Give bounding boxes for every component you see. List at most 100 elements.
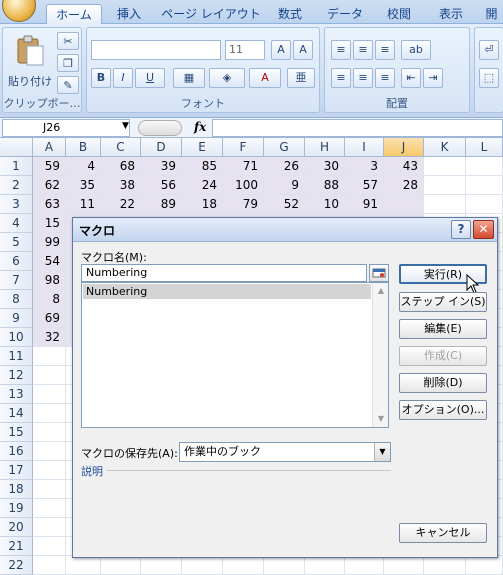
column-header-h[interactable]: H — [305, 138, 345, 157]
list-item[interactable]: Numbering — [83, 284, 371, 299]
cell-a17[interactable] — [33, 461, 66, 480]
cell-k2[interactable] — [424, 176, 466, 195]
column-header-c[interactable]: C — [101, 138, 141, 157]
cell-a15[interactable] — [33, 423, 66, 442]
wrap-text-button[interactable]: ⏎ — [479, 40, 499, 60]
paste-button[interactable]: 貼り付け — [7, 32, 53, 92]
column-header-f[interactable]: F — [223, 138, 264, 157]
cell-g22[interactable] — [264, 556, 305, 575]
row-header-20[interactable]: 20 — [0, 518, 33, 537]
cell-a14[interactable] — [33, 404, 66, 423]
align-right-button[interactable]: ≡ — [375, 68, 395, 88]
cell-a11[interactable] — [33, 347, 66, 366]
fill-color-button[interactable]: ◈ — [209, 68, 245, 88]
underline-button[interactable]: U — [135, 68, 165, 88]
cell-g1[interactable]: 26 — [264, 157, 305, 176]
column-header-e[interactable]: E — [182, 138, 223, 157]
cell-a8[interactable]: 8 — [33, 290, 66, 309]
row-header-13[interactable]: 13 — [0, 385, 33, 404]
merge-button[interactable]: ⬚ — [479, 68, 499, 88]
tab-data[interactable]: データ — [320, 4, 370, 24]
cell-a1[interactable]: 59 — [33, 157, 66, 176]
row-header-14[interactable]: 14 — [0, 404, 33, 423]
cell-h2[interactable]: 88 — [305, 176, 345, 195]
row-header-19[interactable]: 19 — [0, 499, 33, 518]
chevron-down-icon[interactable]: ▼ — [374, 443, 390, 461]
column-header-b[interactable]: B — [66, 138, 101, 157]
row-header-1[interactable]: 1 — [0, 157, 33, 176]
row-header-10[interactable]: 10 — [0, 328, 33, 347]
cell-a16[interactable] — [33, 442, 66, 461]
cell-l1[interactable] — [466, 157, 503, 176]
name-box[interactable]: J26 — [2, 119, 130, 137]
scroll-up-arrow[interactable]: ▲ — [373, 283, 389, 299]
cell-k1[interactable] — [424, 157, 466, 176]
cell-j22[interactable] — [384, 556, 424, 575]
cell-a21[interactable] — [33, 537, 66, 556]
cell-l3[interactable] — [466, 195, 503, 214]
align-top-button[interactable]: ≡ — [331, 40, 351, 60]
row-header-6[interactable]: 6 — [0, 252, 33, 271]
row-header-7[interactable]: 7 — [0, 271, 33, 290]
cell-j2[interactable]: 28 — [384, 176, 424, 195]
cell-a4[interactable]: 15 — [33, 214, 66, 233]
cell-a9[interactable]: 69 — [33, 309, 66, 328]
cell-l2[interactable] — [466, 176, 503, 195]
cell-j1[interactable]: 43 — [384, 157, 424, 176]
row-header-3[interactable]: 3 — [0, 195, 33, 214]
row-header-11[interactable]: 11 — [0, 347, 33, 366]
scroll-down-arrow[interactable]: ▼ — [373, 411, 389, 427]
row-header-17[interactable]: 17 — [0, 461, 33, 480]
phonetic-button[interactable]: 亜 — [287, 68, 315, 88]
cell-h1[interactable]: 30 — [305, 157, 345, 176]
cell-i2[interactable]: 57 — [345, 176, 384, 195]
cell-f2[interactable]: 100 — [223, 176, 264, 195]
row-header-18[interactable]: 18 — [0, 480, 33, 499]
cell-e22[interactable] — [182, 556, 223, 575]
cell-d2[interactable]: 56 — [141, 176, 182, 195]
cancel-button[interactable]: キャンセル — [399, 523, 487, 543]
font-color-button[interactable]: A — [249, 68, 281, 88]
cell-a19[interactable] — [33, 499, 66, 518]
cell-i1[interactable]: 3 — [345, 157, 384, 176]
row-header-15[interactable]: 15 — [0, 423, 33, 442]
font-name-combo[interactable] — [91, 40, 221, 60]
cell-a20[interactable] — [33, 518, 66, 537]
align-bottom-button[interactable]: ≡ — [375, 40, 395, 60]
format-painter-button[interactable]: ✎ — [57, 76, 79, 94]
column-header-k[interactable]: K — [424, 138, 466, 157]
tab-review[interactable]: 校閲 — [376, 4, 422, 24]
cell-a13[interactable] — [33, 385, 66, 404]
cell-g2[interactable]: 9 — [264, 176, 305, 195]
macro-name-input[interactable]: Numbering — [81, 264, 367, 282]
column-header-j[interactable]: J — [384, 138, 424, 157]
cell-d1[interactable]: 39 — [141, 157, 182, 176]
cell-c3[interactable]: 22 — [101, 195, 141, 214]
chevron-down-icon[interactable]: ▼ — [122, 121, 129, 131]
tab-view[interactable]: 表示 — [428, 4, 474, 24]
help-button[interactable]: ? — [451, 220, 471, 239]
cut-button[interactable]: ✂ — [57, 32, 79, 50]
cell-b3[interactable]: 11 — [66, 195, 101, 214]
align-middle-button[interactable]: ≡ — [353, 40, 373, 60]
cell-b1[interactable]: 4 — [66, 157, 101, 176]
formula-input[interactable] — [212, 119, 503, 137]
bold-button[interactable]: B — [91, 68, 111, 88]
row-header-22[interactable]: 22 — [0, 556, 33, 575]
shrink-font-button[interactable]: A — [293, 40, 313, 60]
cell-k3[interactable] — [424, 195, 466, 214]
italic-button[interactable]: I — [113, 68, 133, 88]
store-in-select[interactable]: 作業中のブック ▼ — [179, 442, 391, 462]
cell-a12[interactable] — [33, 366, 66, 385]
row-header-5[interactable]: 5 — [0, 233, 33, 252]
column-header-a[interactable]: A — [33, 138, 66, 157]
font-size-combo[interactable]: 11 — [225, 40, 265, 60]
tab-formulas[interactable]: 数式 — [268, 4, 312, 24]
select-all-corner[interactable] — [0, 138, 33, 157]
cell-a6[interactable]: 54 — [33, 252, 66, 271]
tab-insert[interactable]: 挿入 — [106, 4, 152, 24]
row-header-4[interactable]: 4 — [0, 214, 33, 233]
cell-a10[interactable]: 32 — [33, 328, 66, 347]
cell-a18[interactable] — [33, 480, 66, 499]
fx-icon[interactable]: fx — [194, 120, 206, 134]
